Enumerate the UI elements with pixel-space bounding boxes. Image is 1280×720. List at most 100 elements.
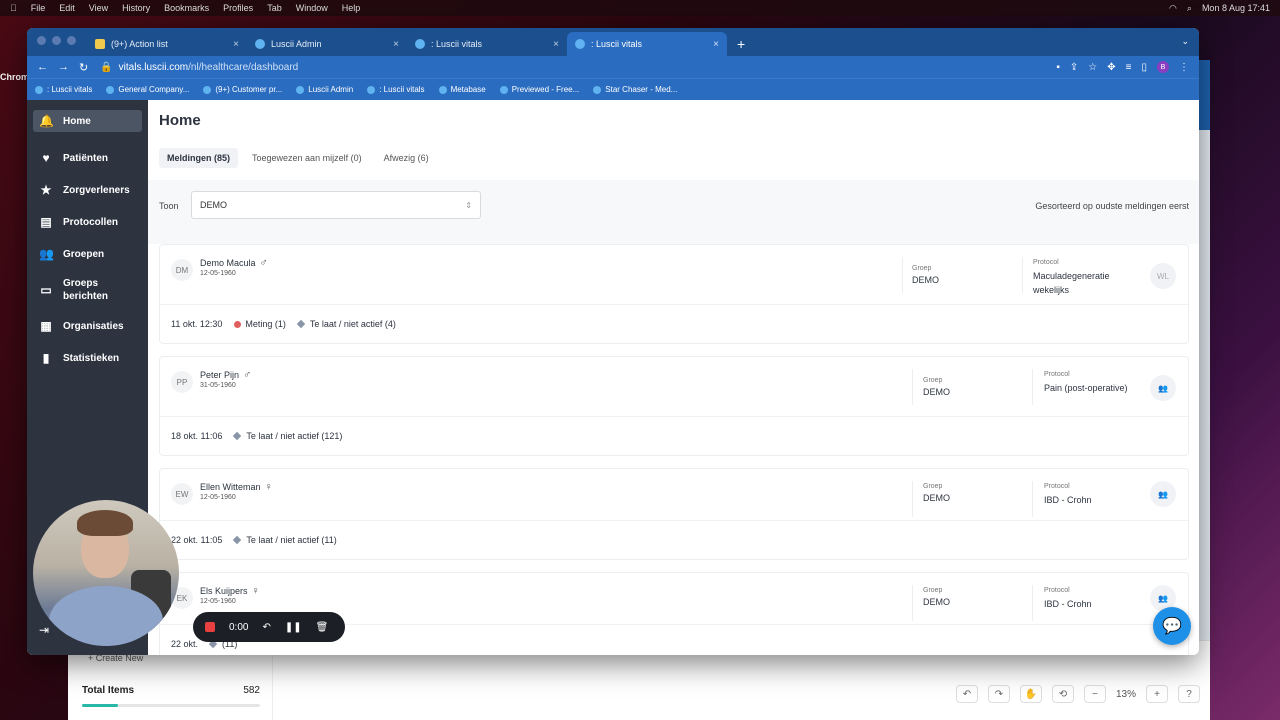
profile-avatar[interactable]: B	[1157, 61, 1169, 73]
camera-icon[interactable]: ▪	[1056, 62, 1060, 73]
patient-name[interactable]: Demo Macula ♂	[200, 257, 268, 269]
group-field: Groep DEMO	[912, 265, 939, 285]
wifi-icon[interactable]: ◠	[1169, 3, 1177, 14]
webcam-bubble[interactable]	[33, 500, 179, 646]
browser-tab[interactable]: Luscii Admin ×	[247, 32, 407, 56]
tab-label: : Luscii vitals	[431, 39, 483, 49]
menubar-item-tab[interactable]: Tab	[267, 3, 282, 13]
browser-tab[interactable]: : Luscii vitals ×	[407, 32, 567, 56]
chat-support-button[interactable]: 💬	[1153, 607, 1191, 645]
notification-card[interactable]: PP Peter Pijn ♂ 31-05-1960 Groep DEMO Prot…	[159, 356, 1189, 456]
tab-favicon-icon	[415, 39, 425, 49]
sidebar-icon[interactable]: ▯	[1141, 62, 1147, 73]
group-assign-icon[interactable]: 👥	[1150, 481, 1176, 507]
reload-icon[interactable]: ↻	[79, 61, 88, 74]
sidebar-item-home[interactable]: 🔔 Home	[33, 110, 142, 132]
window-controls	[37, 36, 76, 45]
sidebar-item-groepen[interactable]: 👥 Groepen	[27, 238, 148, 270]
avatar: PP	[171, 371, 193, 393]
tab-afwezig[interactable]: Afwezig (6)	[376, 148, 437, 168]
tab-toegewezen[interactable]: Toegewezen aan mijzelf (0)	[244, 148, 370, 168]
maximize-window-button[interactable]	[67, 36, 76, 45]
menubar-item-view[interactable]: View	[89, 3, 108, 13]
close-icon[interactable]: ×	[393, 39, 399, 50]
sidebar-item-statistieken[interactable]: ▮ Statistieken	[27, 342, 148, 374]
female-icon: ♀	[264, 481, 273, 493]
bookmark-item[interactable]: Luscii Admin	[296, 85, 353, 94]
bell-icon: 🔔	[39, 114, 54, 128]
patient-name[interactable]: Peter Pijn ♂	[200, 369, 251, 381]
tab-label: (9+) Action list	[111, 39, 168, 49]
tab-bar: (9+) Action list × Luscii Admin × : Lusc…	[27, 28, 1199, 56]
menu-icon[interactable]: ⋮	[1179, 62, 1189, 73]
bookmark-item[interactable]: Metabase	[438, 85, 486, 94]
forward-icon[interactable]: →	[58, 61, 69, 74]
new-tab-button[interactable]: +	[727, 36, 755, 56]
restart-icon[interactable]: ↶	[262, 622, 270, 633]
sidebar-item-patienten[interactable]: ♥ Patiënten	[27, 142, 148, 174]
extensions-icon[interactable]: ✥	[1107, 62, 1115, 73]
close-window-button[interactable]	[37, 36, 46, 45]
browser-tab-active[interactable]: : Luscii vitals ×	[567, 32, 727, 56]
grid-icon: ▦	[40, 319, 52, 333]
back-icon[interactable]: ←	[37, 61, 48, 74]
sidebar-item-protocollen[interactable]: ▤ Protocollen	[27, 206, 148, 238]
chat-icon: 💬	[1162, 618, 1182, 635]
search-icon[interactable]: ⌕	[1187, 3, 1192, 14]
playlist-icon[interactable]: ≡	[1126, 62, 1132, 73]
minimize-window-button[interactable]	[52, 36, 61, 45]
protocol-value: IBD - Crohn	[1044, 495, 1092, 505]
assignee-avatar[interactable]: WL	[1150, 263, 1176, 289]
menubar-item-help[interactable]: Help	[342, 3, 361, 13]
group-value: DEMO	[923, 597, 950, 607]
bookmark-item[interactable]: : Luscii vitals	[367, 85, 425, 94]
menubar-clock[interactable]: Mon 8 Aug 17:41	[1202, 3, 1270, 13]
undo-icon[interactable]: ↶	[955, 685, 978, 703]
menubar-item-history[interactable]: History	[122, 3, 150, 13]
logout-icon[interactable]: ⇥	[39, 623, 49, 637]
star-icon[interactable]: ☆	[1088, 62, 1097, 73]
close-icon[interactable]: ×	[553, 39, 559, 50]
total-items-row: Total Items 582	[82, 685, 260, 696]
trash-icon[interactable]: 🗑	[316, 622, 329, 633]
sidebar-item-label: Protocollen	[63, 216, 119, 228]
url-field[interactable]: 🔒 vitals.luscii.com/nl/healthcare/dashbo…	[100, 62, 298, 73]
bookmark-item[interactable]: : Luscii vitals	[35, 85, 92, 94]
group-filter-select[interactable]: DEMO ⇕	[191, 191, 481, 219]
patient-name[interactable]: Ellen Witteman ♀	[200, 481, 273, 493]
menubar-item-bookmarks[interactable]: Bookmarks	[164, 3, 209, 13]
browser-tab[interactable]: (9+) Action list ×	[87, 32, 247, 56]
share-icon[interactable]: ⇪	[1070, 62, 1078, 73]
sidebar-item-label: Organisaties	[63, 320, 124, 332]
notification-card[interactable]: EW Ellen Witteman ♀ 12-05-1960 Groep DEMO …	[159, 468, 1189, 560]
menubar-item-edit[interactable]: Edit	[59, 3, 75, 13]
apple-icon[interactable]: 	[10, 3, 17, 13]
sidebar-item-zorgverleners[interactable]: ★ Zorgverleners	[27, 174, 148, 206]
close-icon[interactable]: ×	[713, 39, 719, 50]
hand-icon[interactable]: ✋	[1019, 685, 1042, 703]
tab-label: : Luscii vitals	[591, 39, 643, 49]
notification-card[interactable]: DM Demo Macula ♂ 12-05-1960 Groep DEMO Pro…	[159, 244, 1189, 344]
sidebar-item-organisaties[interactable]: ▦ Organisaties	[27, 310, 148, 342]
pause-icon[interactable]: ❚❚	[285, 622, 302, 633]
group-assign-icon[interactable]: 👥	[1150, 375, 1176, 401]
menubar-item-window[interactable]: Window	[296, 3, 328, 13]
bookmark-item[interactable]: Star Chaser - Med...	[593, 85, 677, 94]
menubar-item-file[interactable]: File	[31, 3, 46, 13]
protocol-field: Protocol Maculadegeneratie wekelijks	[1033, 259, 1128, 297]
menubar-item-profiles[interactable]: Profiles	[223, 3, 253, 13]
zoom-in-button[interactable]: +	[1146, 685, 1168, 703]
bookmark-item[interactable]: Previewed - Free...	[499, 85, 579, 94]
sidebar-item-groepsberichten[interactable]: ▭ Groeps berichten	[27, 270, 148, 310]
patient-name[interactable]: Els Kuijpers ♀	[200, 585, 260, 597]
close-icon[interactable]: ×	[233, 39, 239, 50]
chevron-down-icon[interactable]: ⌄	[1181, 36, 1189, 47]
redo-icon[interactable]: ↷	[987, 685, 1010, 703]
bookmark-item[interactable]: (9+) Customer pr...	[203, 85, 282, 94]
zoom-out-button[interactable]: −	[1083, 685, 1106, 703]
bookmark-item[interactable]: General Company...	[106, 85, 189, 94]
history-icon[interactable]: ⟲	[1051, 685, 1074, 703]
stop-recording-button[interactable]	[205, 622, 215, 632]
tab-meldingen[interactable]: Meldingen (85)	[159, 148, 239, 168]
help-icon[interactable]: ?	[1178, 685, 1200, 703]
